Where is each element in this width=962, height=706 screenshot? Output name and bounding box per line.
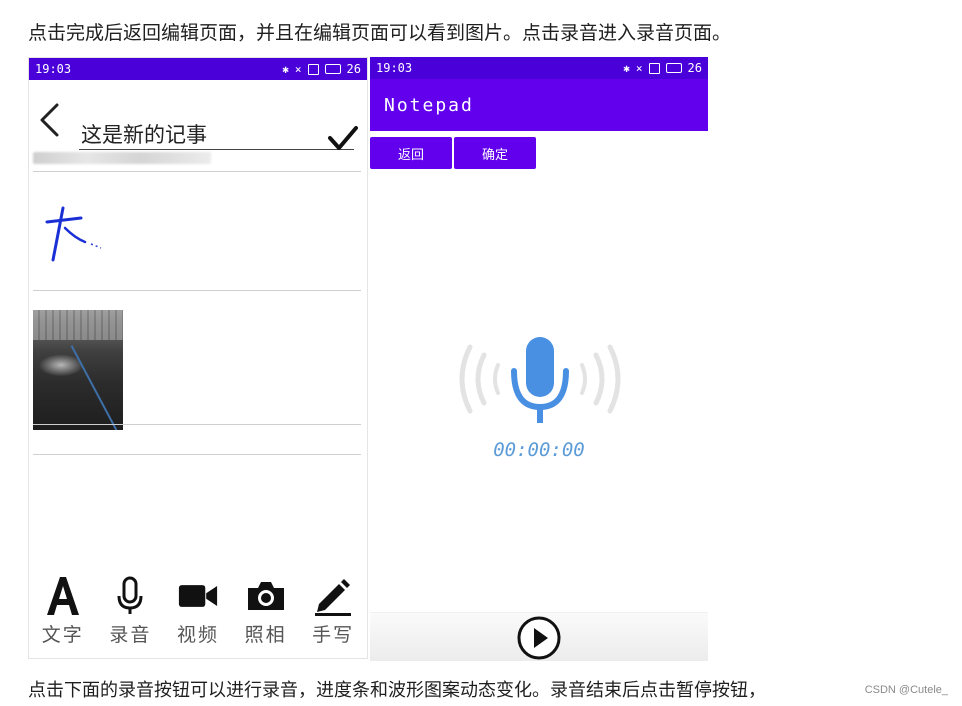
caption-top: 点击完成后返回编辑页面，并且在编辑页面可以看到图片。点击录音进入录音页面。 bbox=[28, 22, 732, 44]
status-time: 19:03 bbox=[35, 62, 72, 76]
tool-handwrite[interactable]: 手写 bbox=[302, 574, 364, 647]
tool-video[interactable]: 视频 bbox=[167, 574, 229, 647]
tool-text-label: 文字 bbox=[41, 624, 84, 646]
wave-left-inner bbox=[493, 363, 500, 395]
back-button[interactable]: 返回 bbox=[370, 137, 452, 169]
tool-camera-label: 照相 bbox=[244, 624, 287, 646]
play-button-icon[interactable] bbox=[516, 615, 562, 661]
tool-camera[interactable]: 照相 bbox=[235, 574, 297, 647]
wave-right-inner bbox=[580, 363, 587, 395]
tool-text[interactable]: 文字 bbox=[32, 574, 94, 647]
bottom-toolbar: 文字 录音 视频 照相 手写 bbox=[29, 570, 367, 658]
camera-icon bbox=[246, 574, 286, 618]
tool-video-label: 视频 bbox=[176, 624, 219, 646]
status-icons: ✱ ⨯ 26 bbox=[623, 61, 702, 75]
confirm-button[interactable]: 确定 bbox=[454, 137, 536, 169]
divider bbox=[33, 171, 361, 172]
back-arrow-icon[interactable] bbox=[37, 102, 65, 138]
wave-left-mid bbox=[475, 352, 487, 406]
tool-record[interactable]: 录音 bbox=[99, 574, 161, 647]
blurred-text bbox=[33, 152, 211, 164]
record-screen: 19:03 ✱ ⨯ 26 Notepad 返回 确定 00:00:00 bbox=[370, 57, 708, 661]
battery-icon bbox=[324, 64, 341, 74]
attached-photo[interactable] bbox=[33, 310, 123, 430]
status-bar: 19:03 ✱ ⨯ 26 bbox=[29, 58, 367, 80]
battery-level: 26 bbox=[346, 62, 361, 76]
microphone-icon[interactable] bbox=[440, 327, 640, 437]
tool-record-label: 录音 bbox=[109, 624, 152, 646]
note-title-input[interactable] bbox=[79, 122, 354, 150]
battery-icon bbox=[665, 63, 682, 73]
mute-icon: ⨯ bbox=[635, 61, 643, 75]
handwriting-sketch bbox=[45, 206, 102, 262]
status-bar: 19:03 ✱ ⨯ 26 bbox=[370, 57, 708, 79]
microphone-icon bbox=[110, 574, 150, 618]
edit-header bbox=[29, 80, 367, 150]
app-title: Notepad bbox=[384, 94, 474, 116]
wave-right-outer bbox=[607, 344, 621, 414]
wave-right-mid bbox=[593, 352, 605, 406]
bluetooth-icon: ✱ bbox=[623, 61, 630, 75]
tool-handwrite-label: 手写 bbox=[312, 624, 355, 646]
text-icon bbox=[43, 574, 83, 618]
divider bbox=[33, 290, 361, 291]
video-camera-icon bbox=[178, 574, 218, 618]
battery-level: 26 bbox=[687, 61, 702, 75]
caption-bottom: 点击下面的录音按钮可以进行录音，进度条和波形图案动态变化。录音结束后点击暂停按钮… bbox=[28, 680, 766, 701]
square-icon bbox=[648, 62, 660, 74]
bluetooth-icon: ✱ bbox=[282, 62, 289, 76]
mute-icon: ⨯ bbox=[294, 62, 302, 76]
done-check-icon[interactable] bbox=[327, 124, 359, 152]
square-icon bbox=[307, 63, 319, 75]
action-buttons: 返回 确定 bbox=[370, 137, 708, 169]
divider bbox=[33, 424, 361, 425]
record-timer: 00:00:00 bbox=[493, 439, 585, 461]
watermark: CSDN @Cutele_ bbox=[864, 684, 948, 696]
app-bar: Notepad bbox=[370, 79, 708, 131]
status-time: 19:03 bbox=[376, 61, 413, 75]
record-controls bbox=[370, 612, 708, 661]
wave-left-outer bbox=[459, 344, 473, 414]
divider bbox=[33, 454, 361, 455]
edit-note-screen: 19:03 ✱ ⨯ 26 这是新的记事 文字 录音 视频 照相 手写 bbox=[28, 57, 368, 659]
status-icons: ✱ ⨯ 26 bbox=[282, 62, 361, 76]
pen-icon bbox=[313, 574, 353, 618]
